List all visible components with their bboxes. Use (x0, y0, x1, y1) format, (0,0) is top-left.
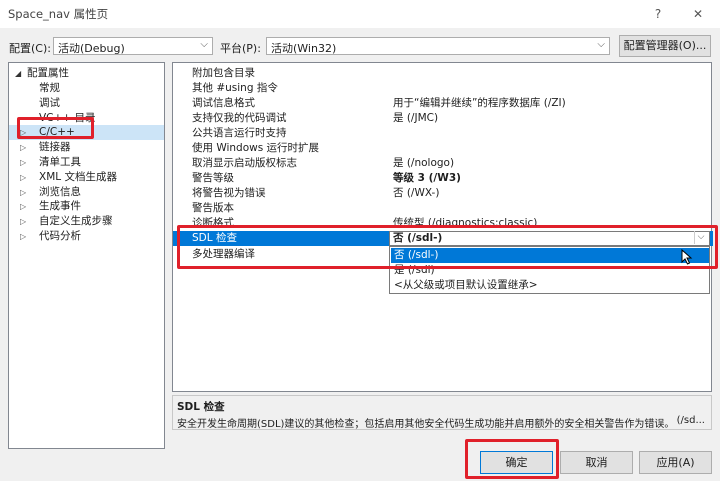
annotation-box-ok (465, 439, 559, 479)
tree-item[interactable]: 调试 (9, 96, 164, 111)
property-value: 用于“编辑并继续”的程序数据库 (/ZI) (393, 97, 566, 109)
property-row[interactable]: 取消显示启动版权标志 是 (/nologo) (173, 156, 713, 171)
property-name: 公共语言运行时支持 (192, 127, 287, 139)
tree-item[interactable]: ▷ 代码分析 (9, 229, 164, 244)
expand-triangle-icon[interactable]: ▷ (20, 229, 30, 244)
chevron-down-icon: ⌵ (200, 39, 208, 50)
property-name: 附加包含目录 (192, 67, 255, 79)
property-name: 取消显示启动版权标志 (192, 157, 297, 169)
config-manager-button[interactable]: 配置管理器(O)... (619, 35, 711, 57)
property-name: 警告版本 (192, 202, 234, 214)
tree-item-label: 清单工具 (39, 156, 81, 168)
description-title: SDL 检查 (177, 401, 225, 413)
tree-item-label: 调试 (39, 96, 60, 109)
window-title: Space_nav 属性页 (8, 7, 109, 21)
expand-triangle-icon[interactable]: ▷ (20, 170, 30, 185)
tree-item-label: 常规 (39, 82, 60, 94)
tree-item[interactable]: ▷ 自定义生成步骤 (9, 214, 164, 229)
tree-item-label: 自定义生成步骤 (39, 215, 113, 228)
tree-item-label: 浏览信息 (39, 185, 81, 198)
chevron-down-icon: ⌵ (597, 39, 605, 50)
tree-item[interactable]: ▷ 清单工具 (9, 155, 164, 170)
property-value: 等级 3 (/W3) (393, 172, 461, 184)
property-value: 是 (/JMC) (393, 112, 439, 124)
expand-triangle-icon[interactable]: ▷ (20, 199, 30, 214)
tree-item-label: 链接器 (39, 141, 71, 154)
cancel-button[interactable]: 取消 (560, 451, 633, 474)
annotation-box-cpp (17, 117, 94, 139)
property-row[interactable]: 附加包含目录 (173, 66, 713, 81)
apply-button[interactable]: 应用(A) (639, 451, 712, 474)
config-value: 活动(Debug) (58, 42, 125, 55)
property-row[interactable]: 将警告视为错误 否 (/WX-) (173, 186, 713, 201)
annotation-box-sdl (177, 225, 718, 269)
expand-triangle-icon[interactable]: ▷ (20, 155, 30, 170)
platform-label: 平台(P): (220, 42, 261, 55)
tree-item-label: XML 文档生成器 (39, 170, 117, 183)
dropdown-option[interactable]: <从父级或项目默认设置继承> (391, 278, 709, 293)
tree-item[interactable]: 常规 (9, 81, 164, 96)
tree-root-label: 配置属性 (27, 67, 69, 79)
tree-item[interactable]: ▷ 浏览信息 (9, 185, 164, 200)
tree-item-label: 代码分析 (39, 230, 81, 242)
platform-value: 活动(Win32) (271, 42, 337, 55)
description-suffix: (/sd... (676, 415, 705, 426)
property-name: 警告等级 (192, 172, 234, 184)
expand-triangle-icon[interactable]: ▷ (20, 214, 30, 229)
property-value: 否 (/WX-) (393, 187, 440, 199)
property-row[interactable]: 调试信息格式 用于“编辑并继续”的程序数据库 (/ZI) (173, 96, 713, 111)
tree-item[interactable]: ▷ 链接器 (9, 140, 164, 155)
close-button[interactable]: ✕ (686, 4, 710, 24)
description-panel: SDL 检查 安全开发生命周期(SDL)建议的其他检查；包括启用其他安全代码生成… (172, 395, 712, 430)
tree-item[interactable]: ▷ 生成事件 (9, 199, 164, 214)
property-name: 其他 #using 指令 (192, 82, 278, 94)
tree-root[interactable]: ◢ 配置属性 (9, 66, 164, 81)
collapse-triangle-icon[interactable]: ◢ (15, 66, 21, 81)
expand-triangle-icon[interactable]: ▷ (20, 185, 30, 200)
property-row[interactable]: 其他 #using 指令 (173, 81, 713, 96)
config-label: 配置(C): (9, 42, 51, 55)
tree-item[interactable]: ▷ XML 文档生成器 (9, 170, 164, 185)
platform-select[interactable]: 活动(Win32) ⌵ (266, 37, 610, 55)
help-button[interactable]: ? (646, 4, 670, 24)
property-row[interactable]: 使用 Windows 运行时扩展 (173, 141, 713, 156)
tree-item-label: 生成事件 (39, 200, 81, 213)
property-row[interactable]: 公共语言运行时支持 (173, 126, 713, 141)
config-select[interactable]: 活动(Debug) ⌵ (53, 37, 213, 55)
expand-triangle-icon[interactable]: ▷ (20, 140, 30, 155)
property-name: 调试信息格式 (192, 97, 255, 109)
property-name: 支持仅我的代码调试 (192, 112, 287, 124)
property-value: 是 (/nologo) (393, 157, 455, 169)
description-text: 安全开发生命周期(SDL)建议的其他检查；包括启用其他安全代码生成功能并启用额外… (177, 419, 675, 430)
property-row[interactable]: 警告等级 等级 3 (/W3) (173, 171, 713, 186)
property-name: 使用 Windows 运行时扩展 (192, 142, 320, 154)
property-row[interactable]: 支持仅我的代码调试 是 (/JMC) (173, 111, 713, 126)
property-name: 将警告视为错误 (192, 187, 266, 199)
property-row[interactable]: 警告版本 (173, 201, 713, 216)
